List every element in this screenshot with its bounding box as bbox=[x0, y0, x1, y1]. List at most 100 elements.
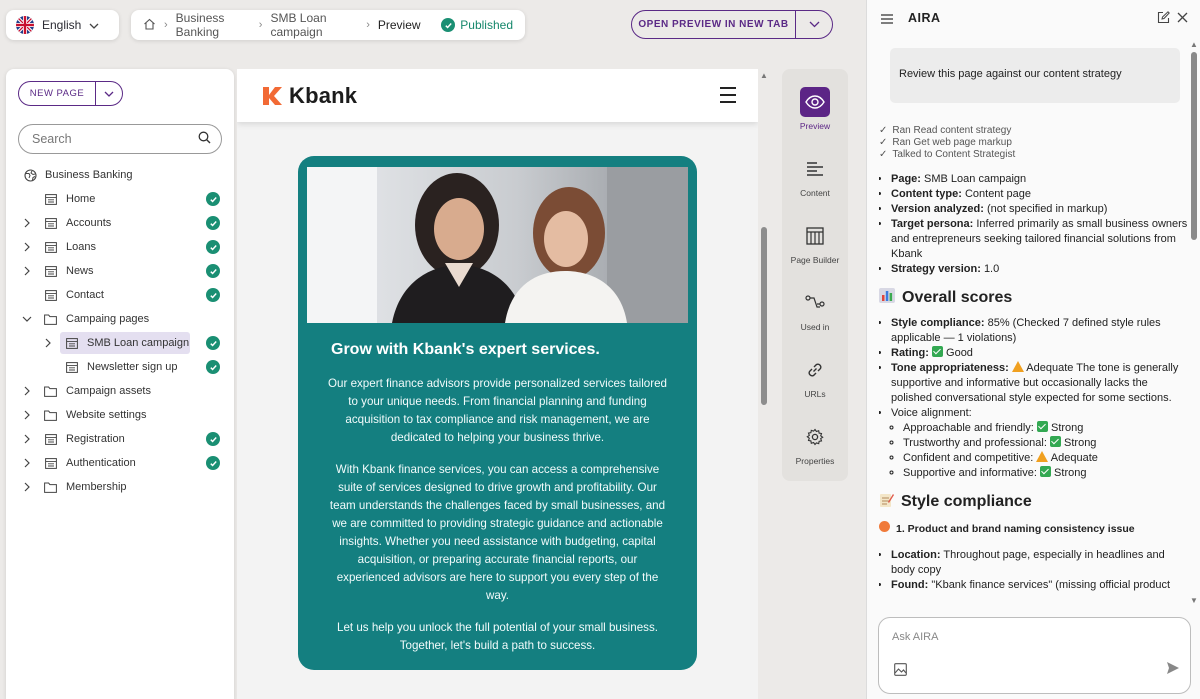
voice-value: Adequate bbox=[1050, 452, 1098, 464]
preview-scrollbar[interactable]: ▲ bbox=[760, 69, 769, 699]
tool-urls[interactable]: URLs bbox=[782, 355, 848, 399]
tool-label: Preview bbox=[799, 121, 831, 131]
chevron-right-icon[interactable] bbox=[22, 482, 32, 492]
published-check-icon bbox=[206, 336, 220, 350]
page-icon bbox=[44, 289, 57, 301]
tree-item-authentication[interactable]: Authentication bbox=[6, 451, 234, 475]
voice-value: Strong bbox=[1064, 437, 1097, 449]
scrollbar-thumb[interactable] bbox=[1191, 52, 1197, 240]
hero-heading: Grow with Kbank's expert services. bbox=[331, 341, 600, 358]
scroll-up-arrow-icon[interactable]: ▲ bbox=[760, 71, 768, 80]
tree-item-newsletter-sign-up[interactable]: Newsletter sign up bbox=[6, 355, 234, 379]
tree-item-label: News bbox=[66, 265, 94, 277]
new-page-button-group: NEW PAGE bbox=[18, 81, 123, 106]
published-check-icon bbox=[206, 288, 220, 302]
scroll-down-arrow-icon[interactable]: ▼ bbox=[1190, 596, 1198, 605]
aira-title: AIRA bbox=[908, 11, 941, 25]
tool-preview[interactable]: Preview bbox=[782, 87, 848, 131]
tool-page-builder[interactable]: Page Builder bbox=[782, 221, 848, 265]
preview-options-dropdown[interactable] bbox=[795, 11, 832, 38]
ask-aira-input[interactable]: Ask AIRA bbox=[878, 617, 1191, 694]
chevron-right-icon[interactable] bbox=[22, 410, 32, 420]
bar-chart-icon bbox=[879, 288, 895, 306]
tree-item-label: Newsletter sign up bbox=[87, 361, 178, 373]
scrollbar-thumb[interactable] bbox=[761, 227, 767, 405]
tool-properties[interactable]: Properties bbox=[782, 422, 848, 466]
tree-item-home[interactable]: Home bbox=[6, 187, 234, 211]
tree-item-website-settings[interactable]: Website settings bbox=[6, 403, 234, 427]
folder-icon bbox=[44, 313, 57, 325]
hamburger-menu-icon[interactable] bbox=[720, 87, 736, 108]
warning-icon bbox=[1036, 451, 1049, 462]
tool-label: URLs bbox=[804, 389, 826, 399]
new-page-dropdown[interactable] bbox=[95, 82, 122, 105]
aira-scrollbar[interactable]: ▲ ▼ bbox=[1190, 40, 1198, 605]
tree-item-label: Membership bbox=[66, 481, 127, 493]
chevron-right-icon[interactable] bbox=[43, 338, 53, 348]
issue-details: Location: Throughout page, especially in… bbox=[879, 548, 1189, 593]
status-badge: Published bbox=[441, 18, 513, 32]
published-check-icon bbox=[206, 456, 220, 470]
breadcrumb-item-business-banking[interactable]: Business Banking bbox=[176, 11, 251, 39]
tree-item-registration[interactable]: Registration bbox=[6, 427, 234, 451]
heading-text: Overall scores bbox=[902, 288, 1013, 306]
hero-paragraph-2: With Kbank finance services, you can acc… bbox=[329, 463, 666, 602]
tree-item-label: Accounts bbox=[66, 217, 112, 229]
home-icon[interactable] bbox=[143, 18, 156, 33]
tree-item-campaign-assets[interactable]: Campaign assets bbox=[6, 379, 234, 403]
page-icon bbox=[44, 457, 57, 469]
tool-content[interactable]: Content bbox=[782, 154, 848, 198]
chevron-right-icon[interactable] bbox=[22, 386, 32, 396]
hero-paragraph-3: Let us help you unlock the full potentia… bbox=[337, 621, 658, 652]
link-icon bbox=[800, 355, 830, 385]
language-selector[interactable]: English bbox=[6, 10, 119, 40]
tree-item-membership[interactable]: Membership bbox=[6, 475, 234, 499]
chevron-right-icon[interactable] bbox=[22, 242, 32, 252]
tree-item-business-banking[interactable]: Business Banking bbox=[6, 163, 234, 187]
ask-placeholder: Ask AIRA bbox=[892, 631, 939, 643]
tree-item-loans[interactable]: Loans bbox=[6, 235, 234, 259]
breadcrumb-separator: › bbox=[366, 19, 370, 31]
new-page-button[interactable]: NEW PAGE bbox=[19, 88, 95, 99]
tree-item-smb-loan-campaign[interactable]: SMB Loan campaign bbox=[6, 331, 234, 355]
send-icon[interactable] bbox=[1166, 661, 1180, 678]
chevron-right-icon[interactable] bbox=[22, 434, 32, 444]
voice-value: Strong bbox=[1051, 422, 1084, 434]
menu-icon[interactable] bbox=[881, 12, 893, 27]
page-preview[interactable]: Kbank Grow with Kbank's expert services.… bbox=[237, 69, 758, 699]
image-attach-icon[interactable] bbox=[894, 663, 907, 679]
tree-item-label: Authentication bbox=[66, 457, 136, 469]
summary-list: Page: SMB Loan campaign Content type: Co… bbox=[879, 172, 1189, 277]
language-label: English bbox=[42, 18, 82, 32]
tree-item-news[interactable]: News bbox=[6, 259, 234, 283]
tool-call-item: Talked to Content Strategist bbox=[892, 149, 1016, 160]
field-label: Rating: bbox=[891, 347, 929, 359]
heading-text: Style compliance bbox=[901, 493, 1032, 510]
tree-item-campaing-pages[interactable]: Campaing pages bbox=[6, 307, 234, 331]
search-input[interactable]: Search bbox=[18, 124, 222, 154]
new-chat-icon[interactable] bbox=[1157, 11, 1170, 27]
chevron-right-icon[interactable] bbox=[22, 266, 32, 276]
chevron-right-icon[interactable] bbox=[22, 458, 32, 468]
close-icon[interactable] bbox=[1177, 11, 1188, 26]
tool-used-in[interactable]: Used in bbox=[782, 288, 848, 332]
chevron-down-icon[interactable] bbox=[22, 314, 32, 324]
brand-name: Kbank bbox=[289, 83, 358, 108]
gear-icon bbox=[800, 422, 830, 452]
tool-rail: Preview Content Page Builder Used in URL… bbox=[782, 69, 848, 481]
page-icon bbox=[44, 241, 57, 253]
scroll-up-arrow-icon[interactable]: ▲ bbox=[1190, 40, 1198, 49]
breadcrumb-item-smb-loan[interactable]: SMB Loan campaign bbox=[270, 11, 358, 39]
tree-item-accounts[interactable]: Accounts bbox=[6, 211, 234, 235]
chevron-right-icon[interactable] bbox=[22, 218, 32, 228]
scores-heading: Overall scores bbox=[879, 288, 1189, 306]
page-icon bbox=[44, 217, 57, 229]
tool-call-item: Ran Read content strategy bbox=[892, 125, 1012, 136]
tree-item-contact[interactable]: Contact bbox=[6, 283, 234, 307]
field-label: Strategy version: bbox=[891, 263, 981, 275]
aira-panel: AIRA Review this page against our conten… bbox=[866, 0, 1200, 699]
folder-icon bbox=[44, 481, 57, 493]
search-icon[interactable] bbox=[198, 131, 211, 147]
field-value: SMB Loan campaign bbox=[924, 173, 1027, 185]
open-preview-button[interactable]: OPEN PREVIEW IN NEW TAB bbox=[632, 19, 795, 30]
